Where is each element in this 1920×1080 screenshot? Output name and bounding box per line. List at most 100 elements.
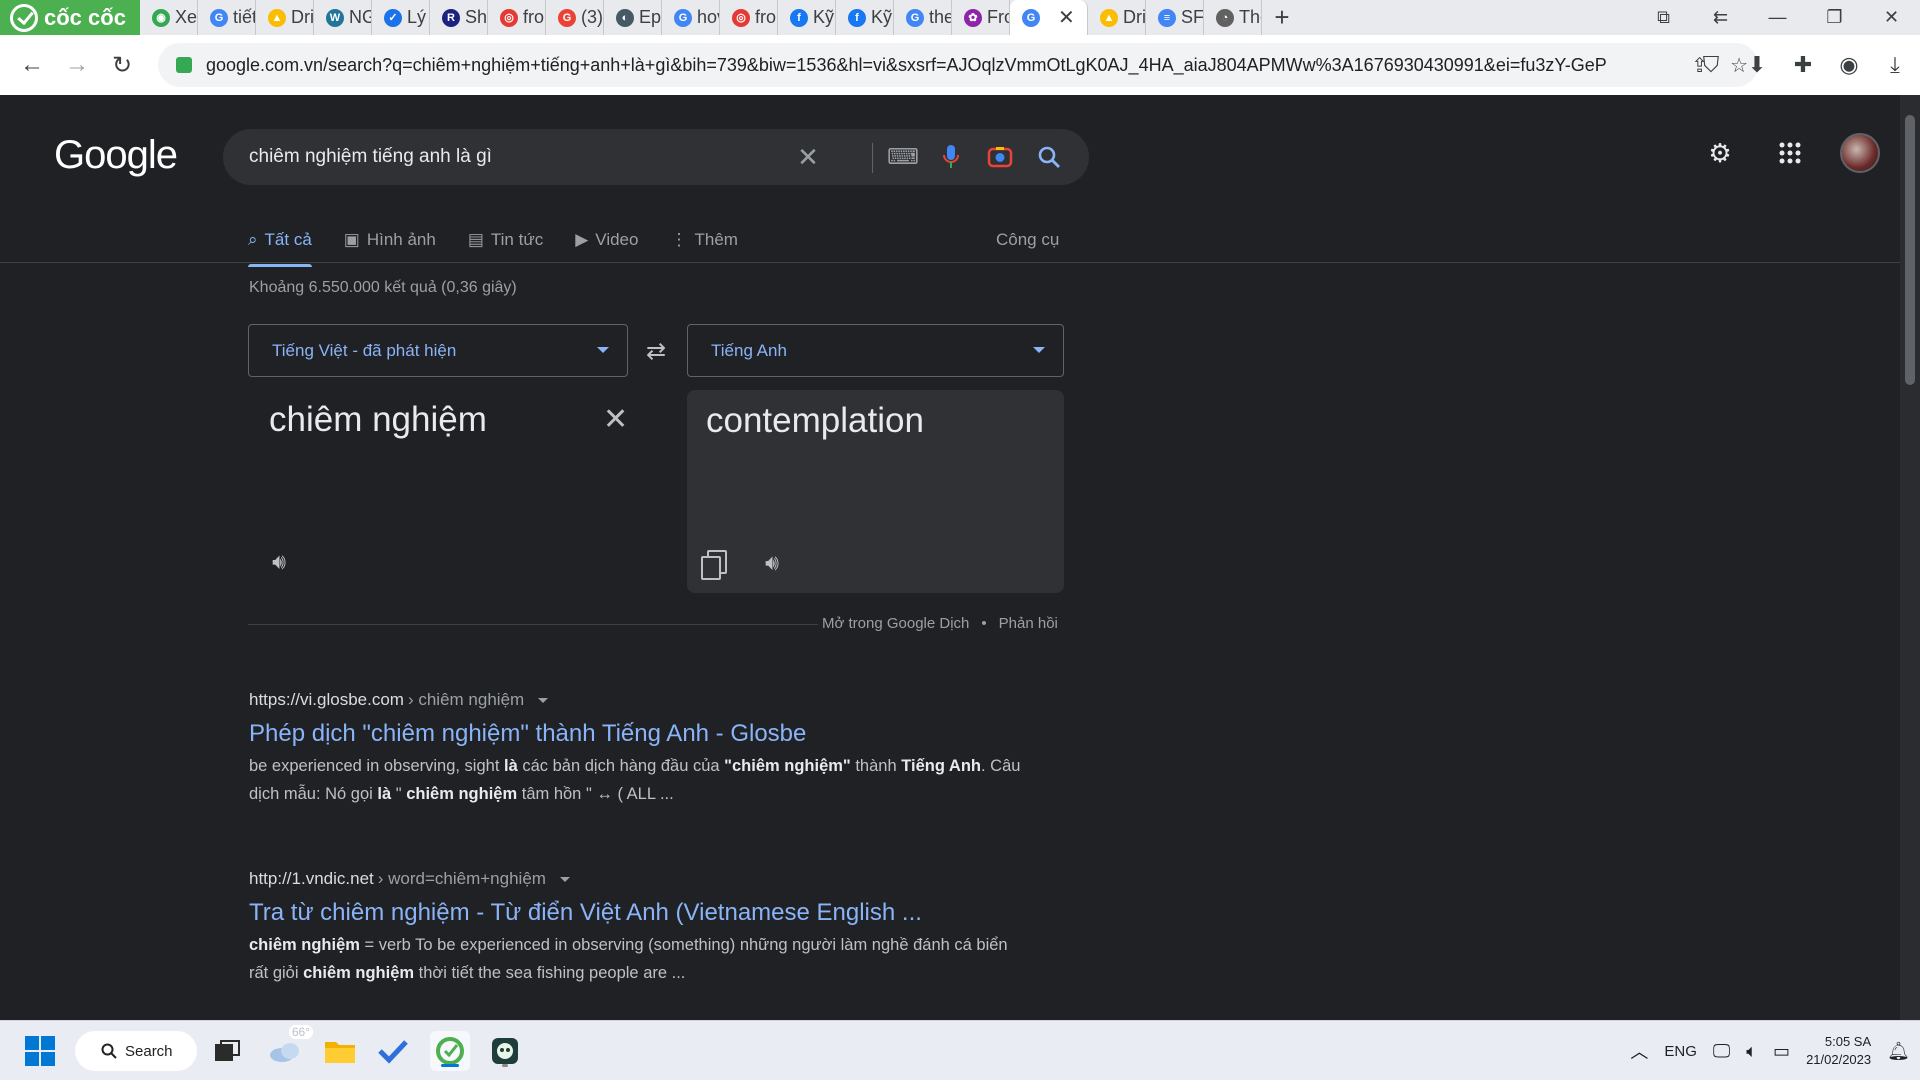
search-tab[interactable]: ⌕ Tất cả bbox=[248, 220, 312, 267]
tab-favicon-icon: G bbox=[558, 8, 576, 27]
clear-source-icon[interactable]: ✕ bbox=[603, 402, 628, 437]
todo-check-icon[interactable] bbox=[373, 1031, 413, 1071]
swap-languages-icon[interactable]: ⇄ bbox=[640, 335, 672, 367]
tab-title: the bbox=[929, 7, 952, 27]
forward-button[interactable]: → bbox=[55, 43, 99, 87]
url-text[interactable]: google.com.vn/search?q=chiêm+nghiệm+tiến… bbox=[206, 55, 1606, 76]
footer-bullet: • bbox=[981, 615, 987, 632]
copy-icon[interactable] bbox=[701, 550, 727, 580]
browser-tab-active[interactable]: G ✕ bbox=[1010, 0, 1088, 35]
result-title-link[interactable]: Phép dịch "chiêm nghiệm" thành Tiếng Anh… bbox=[249, 720, 1029, 748]
coccoc-taskbar-icon[interactable] bbox=[430, 1031, 470, 1071]
minimize-button[interactable]: — bbox=[1749, 0, 1806, 35]
browser-tab[interactable]: R Shi bbox=[430, 0, 488, 35]
tab-title: Kỹ bbox=[871, 7, 893, 27]
settings-gear-icon[interactable]: ⚙ bbox=[1700, 133, 1740, 173]
browser-tab[interactable]: ◉ Xen bbox=[140, 0, 198, 35]
profile-icon[interactable]: ◉ bbox=[1834, 43, 1864, 87]
result-url[interactable]: https://vi.glosbe.com › chiêm nghiệm bbox=[249, 690, 1029, 710]
browser-tab[interactable]: ◐ Epi bbox=[604, 0, 662, 35]
translated-text: contemplation bbox=[706, 401, 924, 440]
tools-button[interactable]: Công cụ bbox=[996, 220, 1059, 260]
downloads-icon[interactable]: ⤓ bbox=[1880, 43, 1910, 87]
chevron-up-icon[interactable]: ︿ bbox=[1630, 1038, 1648, 1064]
back-tab-icon[interactable]: ⇇ bbox=[1692, 0, 1749, 35]
source-language-select[interactable]: Tiếng Việt - đã phát hiện bbox=[248, 324, 628, 377]
network-icon[interactable]: 🖵︎ bbox=[1713, 1041, 1730, 1062]
taskbar-search[interactable]: Search bbox=[75, 1031, 197, 1071]
mic-icon[interactable] bbox=[937, 143, 965, 171]
browser-tab[interactable]: ✓ Lý t bbox=[372, 0, 430, 35]
browser-tab[interactable]: f Kỹ bbox=[778, 0, 836, 35]
browser-tab[interactable]: ▲ Driv bbox=[1088, 0, 1146, 35]
result-menu-icon[interactable] bbox=[538, 697, 549, 703]
browser-tab[interactable]: ≡ SFU bbox=[1146, 0, 1204, 35]
browser-tab[interactable]: ◎ fro bbox=[720, 0, 778, 35]
search-result: https://vi.glosbe.com › chiêm nghiệm Phé… bbox=[249, 690, 1029, 808]
file-explorer-icon[interactable] bbox=[320, 1031, 360, 1071]
result-title-link[interactable]: Tra từ chiêm nghiệm - Từ điển Việt Anh (… bbox=[249, 899, 1029, 927]
back-button[interactable]: ← bbox=[10, 43, 54, 87]
input-language[interactable]: ENG bbox=[1664, 1043, 1697, 1060]
search-icon[interactable] bbox=[1035, 143, 1063, 171]
browser-tab[interactable]: W NG bbox=[314, 0, 372, 35]
browser-tab[interactable]: Gthe bbox=[894, 0, 952, 35]
target-language-select[interactable]: Tiếng Anh bbox=[687, 324, 1064, 377]
source-text-panel[interactable]: chiêm nghiệm ✕ 🔊︎ bbox=[248, 390, 628, 595]
result-url[interactable]: http://1.vndic.net › word=chiêm+nghiệm bbox=[249, 869, 1029, 889]
tab-search-icon[interactable]: ⧉ bbox=[1635, 0, 1692, 35]
search-result: http://1.vndic.net › word=chiêm+nghiệm T… bbox=[249, 869, 1029, 987]
browser-tab[interactable]: G (3) bbox=[546, 0, 604, 35]
maximize-button[interactable]: ❐ bbox=[1806, 0, 1863, 35]
google-logo[interactable]: Google bbox=[54, 133, 178, 178]
search-input[interactable]: chiêm nghiệm tiếng anh là gì bbox=[249, 146, 492, 168]
reload-button[interactable]: ↻ bbox=[100, 43, 144, 87]
clock[interactable]: 5:05 SA 21/02/2023 bbox=[1806, 1033, 1871, 1069]
close-window-button[interactable]: ✕ bbox=[1863, 0, 1920, 35]
speaker-icon[interactable]: 🔊︎ bbox=[757, 548, 787, 578]
tab-favicon-icon: ✿ bbox=[964, 8, 982, 27]
feedback-link[interactable]: Phản hồi bbox=[999, 615, 1058, 632]
apps-grid-icon[interactable] bbox=[1770, 133, 1810, 173]
account-avatar[interactable] bbox=[1840, 133, 1880, 173]
browser-brand[interactable]: cốc cốc bbox=[0, 0, 140, 35]
weather-widget[interactable]: 66° bbox=[265, 1025, 313, 1071]
start-button[interactable] bbox=[20, 1031, 60, 1071]
keyboard-icon[interactable]: ⌨ bbox=[887, 143, 919, 171]
speaker-icon[interactable]: 🔊︎ bbox=[264, 547, 294, 577]
search-box[interactable]: chiêm nghiệm tiếng anh là gì ✕ ⌨ bbox=[223, 129, 1089, 185]
browser-tab[interactable]: ◎ fro bbox=[488, 0, 546, 35]
source-text[interactable]: chiêm nghiệm bbox=[269, 400, 487, 440]
battery-icon[interactable]: ▭ bbox=[1773, 1041, 1790, 1062]
download-ext-icon[interactable]: ⬇ bbox=[1742, 43, 1772, 87]
browser-tab[interactable]: Ghov bbox=[662, 0, 720, 35]
search-tab[interactable]: ▤ Tin tức bbox=[468, 220, 543, 260]
search-tab[interactable]: ⋮ Thêm bbox=[670, 220, 737, 260]
page-scrollbar[interactable] bbox=[1900, 95, 1920, 1020]
browser-tab[interactable]: Gtiết bbox=[198, 0, 256, 35]
omnibox[interactable]: google.com.vn/search?q=chiêm+nghiệm+tiến… bbox=[158, 43, 1758, 87]
close-tab-icon[interactable]: ✕ bbox=[1058, 5, 1075, 30]
result-menu-icon[interactable] bbox=[559, 876, 570, 882]
volume-icon[interactable]: 🔈︎ bbox=[1746, 1041, 1757, 1062]
tab-title: Shi bbox=[465, 7, 488, 27]
task-view-icon[interactable] bbox=[207, 1031, 247, 1071]
notifications-bell-icon[interactable]: 🔔︎ bbox=[1887, 1041, 1910, 1062]
browser-tab[interactable]: ✿ Fro bbox=[952, 0, 1010, 35]
open-in-translate-link[interactable]: Mở trong Google Dịch bbox=[822, 615, 969, 632]
browser-tab[interactable]: ▲ Driv bbox=[256, 0, 314, 35]
clock-time: 5:05 SA bbox=[1824, 1034, 1872, 1049]
new-tab-button[interactable]: + bbox=[1262, 2, 1302, 33]
search-tab[interactable]: ▶ Video bbox=[575, 220, 638, 260]
browser-tab[interactable]: f Kỹ bbox=[836, 0, 894, 35]
puzzle-icon[interactable]: ✚ bbox=[1788, 43, 1818, 87]
app-taskbar-icon[interactable] bbox=[485, 1031, 525, 1071]
browser-tab[interactable]: ◔ Thé bbox=[1204, 0, 1262, 35]
tab-title: hov bbox=[697, 7, 719, 27]
shield-icon[interactable]: ⛉ bbox=[1696, 43, 1726, 87]
camera-lens-icon[interactable] bbox=[986, 143, 1014, 171]
tab-favicon-icon: G bbox=[210, 8, 228, 27]
scrollbar-thumb[interactable] bbox=[1905, 115, 1915, 385]
search-tab[interactable]: ▣ Hình ảnh bbox=[344, 220, 436, 260]
clear-search-icon[interactable]: ✕ bbox=[794, 142, 822, 172]
